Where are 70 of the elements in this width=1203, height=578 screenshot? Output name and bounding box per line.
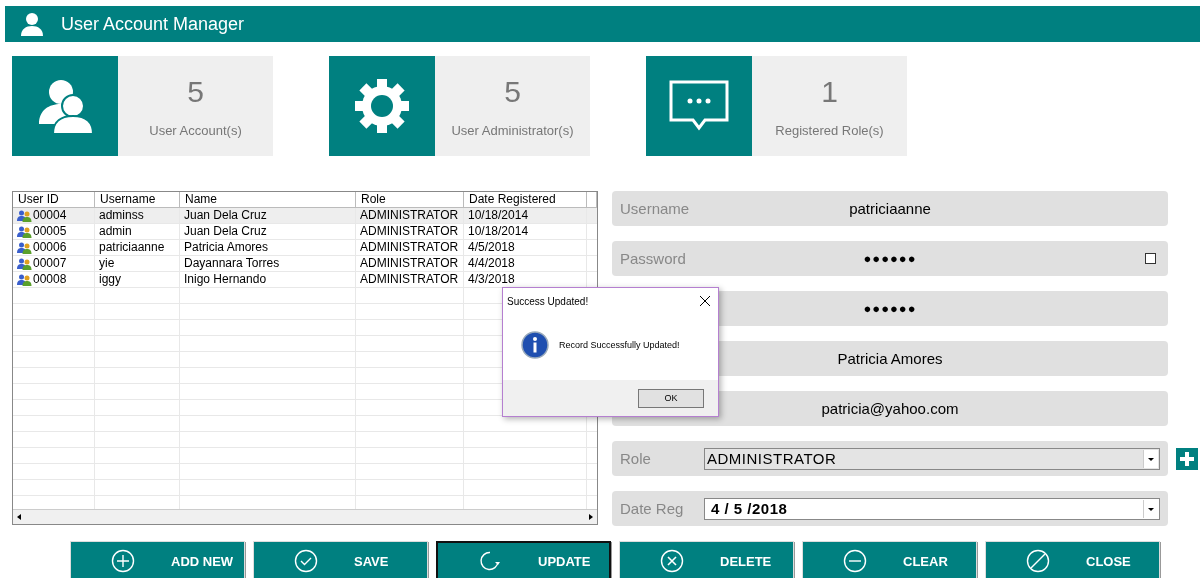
table-cell: 4/5/2018 [468,240,515,255]
window-title: User Account Manager [61,13,245,35]
table-cell: 00004 [33,208,67,223]
table-row[interactable]: 00007 yie Dayannara Torres ADMINISTRATOR 4/4/2018 [13,256,597,272]
dialog-title: Success Updated! [507,295,589,307]
field-label: Role [620,450,652,467]
action-button[interactable]: ADD NEW [70,541,245,578]
ok-button[interactable]: OK [638,388,704,408]
stat-count: 5 [504,74,521,109]
stat-label: User Administrator(s) [451,122,574,138]
users-icon [17,241,32,254]
table-cell: Dayannara Torres [184,256,280,271]
table-cell: ADMINISTRATOR [360,208,459,223]
gear-icon [352,76,412,136]
table-cell: adminss [99,208,144,223]
table-row[interactable]: 00005 admin Juan Dela Cruz ADMINISTRATOR 10/18/2014 [13,224,597,240]
show-password-checkbox[interactable] [1145,253,1156,264]
table-cell: ADMINISTRATOR [360,272,459,287]
table-cell: patriciaanne [99,240,165,255]
stat-count: 1 [821,74,838,109]
action-button[interactable]: SAVE [253,541,428,578]
users-icon [17,257,32,270]
users-icon [17,273,32,286]
field-label: Date Reg [620,500,685,517]
table-cell: ADMINISTRATOR [360,256,459,271]
users-icon [17,225,32,238]
table-cell: 00005 [33,224,67,239]
info-icon [521,331,549,359]
check-circle-icon [294,549,318,573]
action-button[interactable]: CLEAR [802,541,977,578]
refresh-icon [478,549,502,573]
table-cell: ADMINISTRATOR [360,240,459,255]
add-role-button[interactable] [1176,447,1198,470]
table-cell: admin [99,224,132,239]
field-label: Username [620,200,691,217]
table-row[interactable]: 00006 patriciaanne Patricia Amores ADMINISTRATOR 4/5/2018 [13,240,597,256]
password-field[interactable]: Password ●●●●●● [612,241,1168,276]
action-button[interactable]: UPDATE [436,541,611,578]
table-cell: 00006 [33,240,67,255]
plus-circle-icon [111,549,135,573]
table-cell: Juan Dela Cruz [184,224,267,239]
field-label: Password [620,250,687,267]
user-icon [21,12,43,36]
horizontal-scrollbar[interactable] [13,509,597,524]
action-button[interactable]: CLOSE [985,541,1160,578]
table-cell: ADMINISTRATOR [360,224,459,239]
table-cell: yie [99,256,115,271]
x-circle-icon [660,549,684,573]
table-cell: Inigo Hernando [184,272,267,287]
minus-circle-icon [843,549,867,573]
table-cell: 00008 [33,272,67,287]
table-cell: iggy [99,272,121,287]
table-cell: Juan Dela Cruz [184,208,267,223]
action-button[interactable]: DELETE [619,541,794,578]
close-icon[interactable] [700,296,710,306]
table-cell: 10/18/2014 [468,224,529,239]
table-cell: 00007 [33,256,67,271]
users-icon [17,209,32,222]
table-cell: 4/3/2018 [468,272,515,287]
date-picker[interactable]: 4 / 5 /2018 [704,497,1160,520]
prohibited-icon [1026,549,1050,573]
stat-count: 5 [187,74,204,109]
table-cell: Patricia Amores [184,240,269,255]
role-dropdown[interactable]: ADMINISTRATOR [704,447,1160,470]
table-row[interactable]: 00004 adminss Juan Dela Cruz ADMINISTRATOR 10/18/2014 [13,208,597,224]
input-field[interactable]: Username patriciaanne [612,191,1168,226]
table-cell: 10/18/2014 [468,208,529,223]
stat-label: Registered Role(s) [775,122,884,138]
table-cell: 4/4/2018 [468,256,515,271]
stat-label: User Account(s) [149,122,242,138]
